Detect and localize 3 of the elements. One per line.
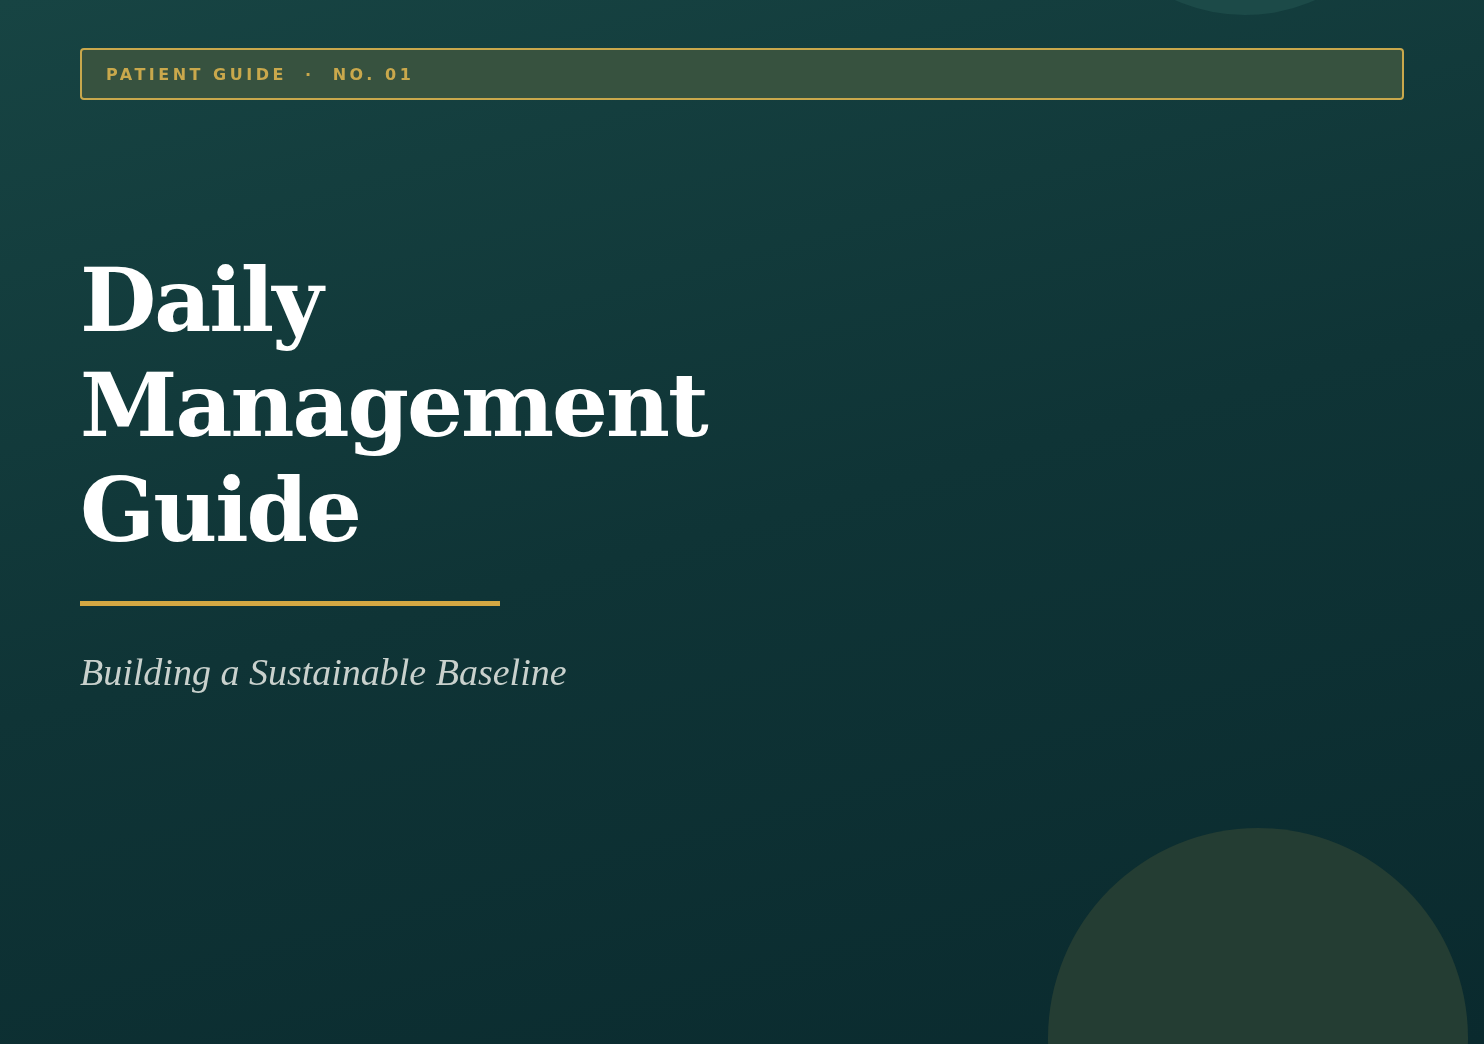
guide-title: Daily Management Guide xyxy=(80,248,707,563)
guide-subtitle: Building a Sustainable Baseline xyxy=(80,650,567,694)
badge-label: PATIENT GUIDE · NO. 01 xyxy=(106,64,415,84)
